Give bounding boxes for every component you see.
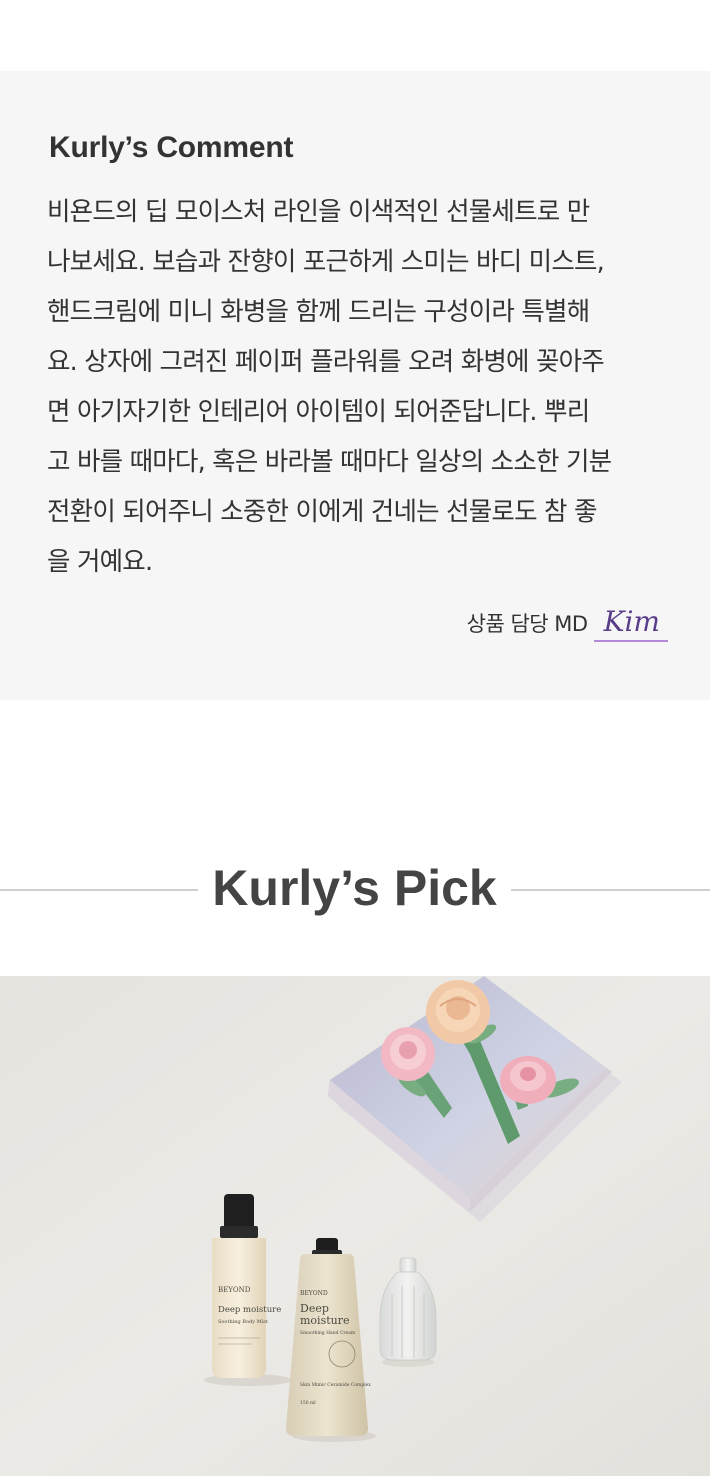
- pick-title: Kurly’s Pick: [212, 860, 497, 916]
- cream-brand: BEYOND: [300, 1290, 328, 1297]
- cream-volume: 150 ml: [300, 1400, 316, 1406]
- comment-line: 면 아기자기한 인테리어 아이템이 되어준답니다. 뿌리: [47, 397, 590, 427]
- comment-line: 요. 상자에 그려진 페이퍼 플라워를 오려 화병에 꽂아주: [47, 347, 605, 377]
- pick-divider-left: [0, 889, 198, 891]
- rose-pink-left: [381, 1027, 435, 1081]
- cream-complex: Skin Mimic Ceramide Complex: [300, 1382, 371, 1388]
- comment-title: Kurly’s Comment: [49, 131, 294, 164]
- rose-pink-right: [500, 1056, 556, 1104]
- comment-line: 을 거예요.: [47, 547, 153, 577]
- md-signature: 상품 담당 MD Kim: [467, 600, 668, 642]
- product-photo: BEYOND Deep moisture Soothing Body Mist …: [0, 976, 710, 1476]
- comment-line: 나보세요. 보습과 잔향이 포근하게 스미는 바디 미스트,: [47, 247, 605, 277]
- comment-line: 고 바를 때마다, 혹은 바라볼 때마다 일상의 소소한 기분: [47, 447, 612, 477]
- mist-sub: Soothing Body Mist: [218, 1319, 268, 1325]
- comment-line: 핸드크림에 미니 화병을 함께 드리는 구성이라 특별해: [47, 297, 590, 327]
- cream-name-2: moisture: [300, 1314, 350, 1327]
- pick-divider-right: [511, 889, 710, 891]
- mist-brand: BEYOND: [218, 1286, 251, 1294]
- rose-peach: [426, 980, 490, 1044]
- mist-name: Deep moisture: [218, 1305, 281, 1315]
- comment-body: 비욘드의 딥 모이스처 라인을 이색적인 선물세트로 만 나보세요. 보습과 잔…: [47, 192, 677, 592]
- signature-label: 상품 담당 MD: [466, 612, 588, 636]
- cream-sub: Smoothing Hand Cream: [300, 1330, 356, 1336]
- signature-name: Kim: [593, 604, 668, 642]
- comment-line: 전환이 되어주니 소중한 이에게 건네는 선물로도 참 좋: [47, 497, 597, 527]
- product-photo-illustration: BEYOND Deep moisture Soothing Body Mist …: [0, 976, 710, 1476]
- comment-line: 비욘드의 딥 모이스처 라인을 이색적인 선물세트로 만: [47, 197, 590, 227]
